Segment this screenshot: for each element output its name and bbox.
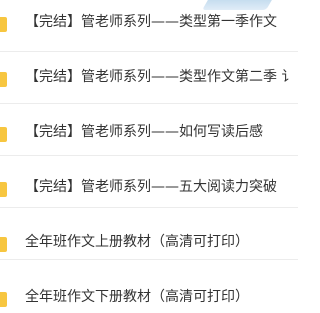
list-item[interactable]: 【完结】管老师系列——类型作文第二季 讠 bbox=[0, 52, 298, 104]
folder-icon bbox=[0, 17, 7, 32]
folder-icon bbox=[0, 72, 7, 87]
list-item[interactable]: 【完结】管老师系列——如何写读后感 bbox=[0, 104, 298, 156]
file-list: 【完结】管老师系列——类型第一季作文 【完结】管老师系列——类型作文第二季 讠 … bbox=[0, 0, 298, 313]
list-item[interactable]: 【完结】管老师系列——五大阅读力突破 bbox=[0, 156, 298, 208]
decorative-shape bbox=[202, 0, 272, 10]
list-item[interactable]: 全年班作文下册教材（高清可打印） bbox=[0, 260, 298, 312]
item-label: 【完结】管老师系列——如何写读后感 bbox=[25, 124, 263, 140]
item-label: 【完结】管老师系列——类型第一季作文 bbox=[25, 14, 277, 30]
item-label: 【完结】管老师系列——五大阅读力突破 bbox=[25, 179, 277, 195]
item-label: 【完结】管老师系列——类型作文第二季 讠 bbox=[25, 69, 296, 85]
item-label: 全年班作文下册教材（高清可打印） bbox=[25, 289, 249, 305]
folder-icon bbox=[0, 182, 7, 197]
folder-icon bbox=[0, 127, 7, 142]
list-item[interactable]: 全年班作文上册教材（高清可打印） bbox=[0, 208, 298, 260]
item-label: 全年班作文上册教材（高清可打印） bbox=[25, 234, 249, 250]
folder-icon bbox=[0, 292, 7, 307]
folder-icon bbox=[0, 237, 7, 252]
